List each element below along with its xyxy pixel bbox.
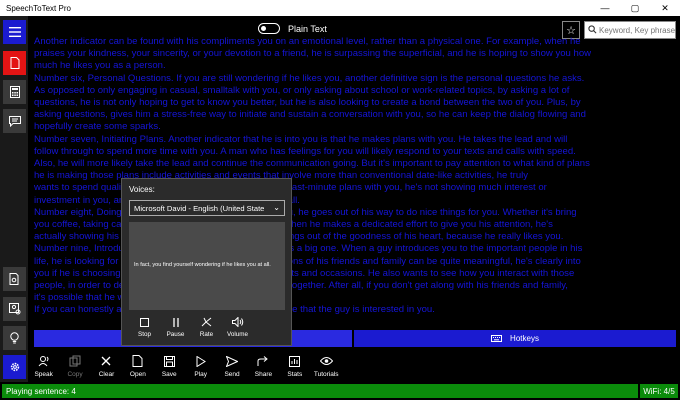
- keyboard-icon: [491, 335, 503, 342]
- share-icon: [257, 354, 269, 368]
- send-icon: [226, 354, 239, 368]
- clear-label: Clear: [98, 371, 115, 378]
- preview-text: In fact, you find yourself wondering if …: [134, 262, 271, 268]
- stop-label: Stop: [138, 331, 151, 338]
- document-search-button[interactable]: [3, 267, 26, 291]
- text-line: hopefully create some sparks.: [34, 121, 161, 133]
- tutorials-label: Tutorials: [313, 371, 339, 378]
- minimize-button[interactable]: —: [590, 0, 620, 16]
- bottom-toolbar: Speak Copy Clear Open Save Play Send Sha…: [28, 350, 680, 382]
- voice-controls: Stop Pause Rate Volume: [129, 316, 285, 342]
- calculator-icon: [9, 86, 20, 98]
- plain-text-toggle[interactable]: Plain Text: [258, 23, 327, 34]
- text-line: much he likes you as a person.: [34, 60, 166, 72]
- text-line: As opposed to only engaging in casual, s…: [34, 84, 570, 96]
- speak-button[interactable]: Speak: [28, 350, 59, 382]
- copy-label: Copy: [67, 371, 83, 378]
- text-line: questions, he is not only hoping to get …: [34, 97, 581, 109]
- volume-icon: [231, 316, 244, 328]
- stop-button[interactable]: Stop: [129, 316, 160, 342]
- status-text: Playing sentence: 4: [2, 384, 638, 398]
- send-button[interactable]: Send: [216, 350, 247, 382]
- window-title: SpeechToText Pro: [6, 3, 71, 13]
- voice-select[interactable]: Microsoft David - English (United State …: [129, 200, 285, 216]
- stop-icon: [140, 316, 149, 328]
- toggle-switch[interactable]: [258, 23, 280, 34]
- text-line: Number six, Personal Questions. If you a…: [34, 72, 585, 84]
- save-label: Save: [161, 371, 177, 378]
- speak-icon: [38, 354, 50, 368]
- speak-label: Speak: [34, 371, 53, 378]
- chevron-down-icon: ⌄: [273, 203, 280, 212]
- text-line: Number seven, Initiating Plans. Another …: [34, 133, 568, 145]
- pause-label: Pause: [166, 331, 185, 338]
- plain-text-label: Plain Text: [288, 23, 327, 34]
- star-icon: ☆: [566, 24, 576, 37]
- text-line: asking questions, gives him a stress-fre…: [34, 109, 586, 121]
- open-icon: [132, 354, 143, 368]
- copy-icon: [69, 354, 81, 368]
- text-line: Another indicator can be found with his …: [34, 36, 581, 47]
- pause-button[interactable]: Pause: [160, 316, 191, 342]
- lightbulb-icon: [10, 332, 19, 344]
- document-icon: [10, 57, 19, 69]
- hotkeys-label: Hotkeys: [510, 334, 539, 343]
- calculator-button[interactable]: [3, 80, 26, 104]
- gear-icon: [10, 362, 19, 372]
- tips-button[interactable]: [3, 326, 26, 350]
- search-icon: [588, 25, 597, 34]
- text-line: follow through to spend more time with y…: [34, 145, 576, 157]
- clear-icon: [101, 354, 111, 368]
- play-icon: [196, 354, 206, 368]
- user-search-icon: [8, 303, 20, 315]
- left-sidebar: [0, 16, 28, 382]
- voice-preview-area: In fact, you find yourself wondering if …: [129, 222, 285, 310]
- volume-label: Volume: [226, 331, 248, 338]
- hotkeys-button[interactable]: Hotkeys: [354, 330, 676, 347]
- settings-button[interactable]: [3, 355, 26, 379]
- new-document-button[interactable]: [3, 51, 26, 75]
- share-button[interactable]: Share: [248, 350, 279, 382]
- wifi-status: WiFi: 4/5: [640, 384, 678, 398]
- share-label: Share: [254, 371, 273, 378]
- tutorials-icon: [319, 354, 333, 368]
- play-button[interactable]: Play: [185, 350, 216, 382]
- open-button[interactable]: Open: [122, 350, 153, 382]
- hamburger-icon: [8, 27, 21, 37]
- maximize-button[interactable]: ▢: [620, 0, 650, 16]
- copy-button[interactable]: Copy: [59, 350, 90, 382]
- text-line: praises your kindness, your sincerity, o…: [34, 48, 592, 60]
- stats-label: Stats: [287, 371, 303, 378]
- selected-voice: Microsoft David - English (United State: [134, 203, 265, 213]
- send-label: Send: [224, 371, 240, 378]
- title-bar: SpeechToText Pro — ▢ ✕: [0, 0, 680, 16]
- rate-icon: [201, 316, 212, 328]
- play-label: Play: [194, 371, 207, 378]
- menu-button[interactable]: [3, 20, 26, 44]
- comments-button[interactable]: [3, 109, 26, 133]
- rate-button[interactable]: Rate: [191, 316, 222, 342]
- voices-popup: Voices: Microsoft David - English (Unite…: [121, 178, 292, 346]
- voices-label: Voices:: [129, 185, 155, 194]
- save-button[interactable]: Save: [154, 350, 185, 382]
- stats-button[interactable]: Stats: [279, 350, 310, 382]
- close-button[interactable]: ✕: [650, 0, 680, 16]
- rate-label: Rate: [199, 331, 214, 338]
- comment-icon: [8, 115, 21, 127]
- pause-icon: [172, 316, 180, 328]
- user-search-button[interactable]: [3, 297, 26, 321]
- status-bar: Playing sentence: 4 WiFi: 4/5: [0, 382, 680, 400]
- volume-button[interactable]: Volume: [222, 316, 253, 342]
- clear-button[interactable]: Clear: [91, 350, 122, 382]
- save-icon: [163, 354, 175, 368]
- document-search-icon: [9, 273, 19, 285]
- text-line: Also, he will more likely take the lead …: [34, 158, 590, 170]
- stats-icon: [289, 354, 301, 368]
- open-label: Open: [129, 371, 146, 378]
- tutorials-button[interactable]: Tutorials: [311, 350, 342, 382]
